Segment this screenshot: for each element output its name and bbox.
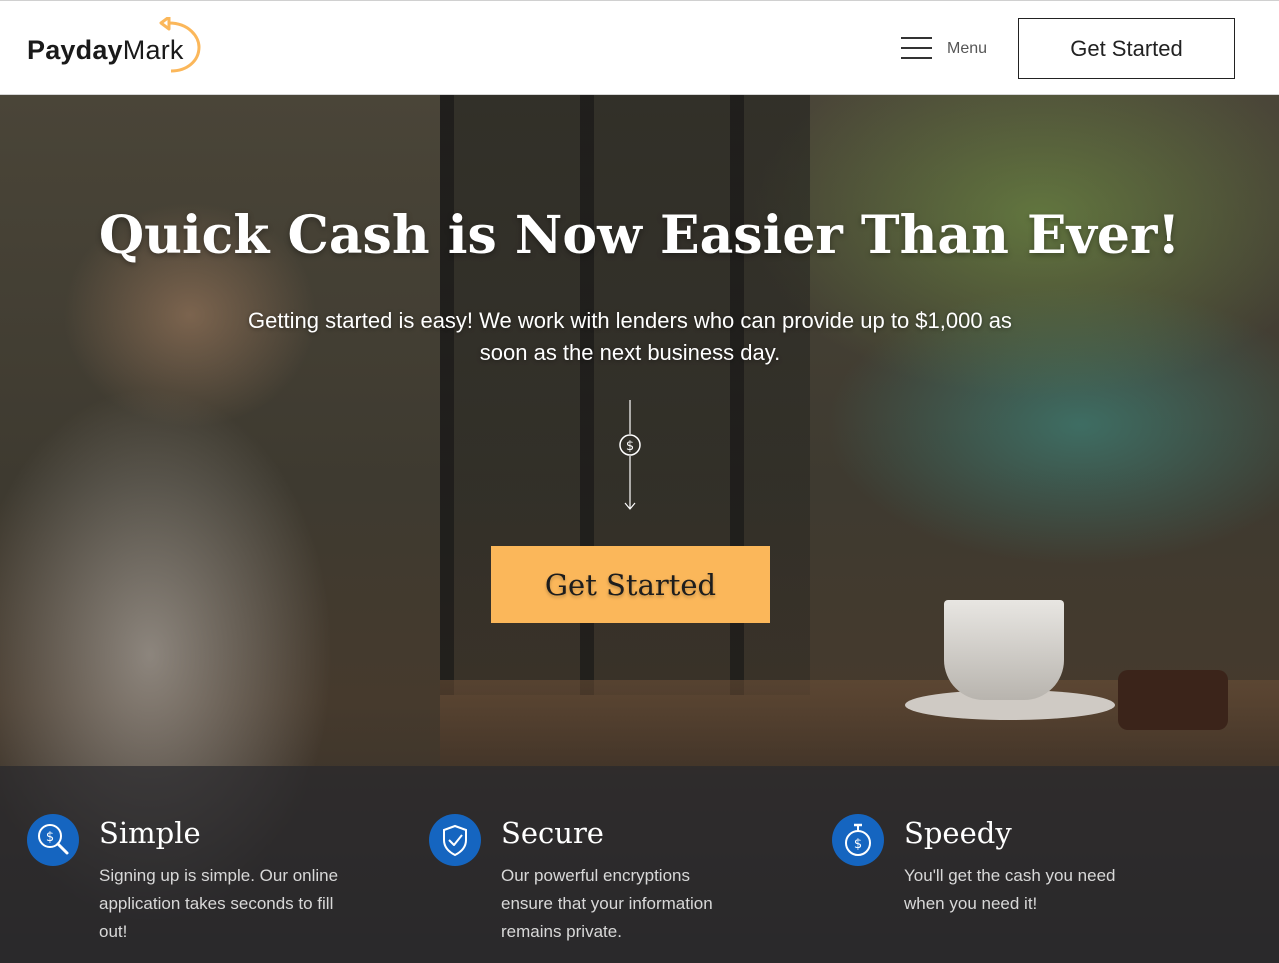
svg-text:$: $ — [854, 837, 862, 852]
logo-arrow-icon — [159, 17, 201, 73]
features-band: $ Simple Signing up is simple. Our onlin… — [0, 766, 1279, 963]
feature-description: You'll get the cash you need when you ne… — [904, 866, 1116, 913]
hero-get-started-button[interactable]: Get Started — [491, 546, 770, 623]
hero-subtitle: Getting started is easy! We work with le… — [248, 308, 1012, 365]
shield-check-icon — [429, 814, 481, 866]
site-header: PaydayMark Menu Get Started — [0, 0, 1279, 95]
stopwatch-dollar-icon: $ — [832, 814, 884, 866]
feature-description: Our powerful encryptions ensure that you… — [501, 866, 713, 941]
svg-text:$: $ — [46, 830, 54, 845]
hamburger-icon — [901, 37, 932, 59]
feature-description: Signing up is simple. Our online applica… — [99, 866, 339, 941]
feature-title: Speedy — [904, 816, 1012, 850]
feature-secure: Secure Our powerful encryptions ensure t… — [429, 766, 809, 963]
feature-title: Secure — [501, 816, 604, 850]
feature-speedy: $ Speedy You'll get the cash you need wh… — [832, 766, 1212, 963]
hero-title: Quick Cash is Now Easier Than Ever! — [98, 205, 1181, 266]
background-coffee-cup — [944, 600, 1064, 700]
menu-label: Menu — [947, 40, 988, 57]
hero-section: Quick Cash is Now Easier Than Ever! Gett… — [0, 95, 1279, 963]
dollar-arrow-icon: $ — [619, 400, 641, 510]
svg-text:$: $ — [626, 439, 634, 454]
dollar-search-icon: $ — [27, 814, 79, 866]
feature-title: Simple — [99, 816, 201, 850]
header-get-started-button[interactable]: Get Started — [1018, 18, 1235, 79]
feature-simple: $ Simple Signing up is simple. Our onlin… — [27, 766, 407, 963]
background-cake — [1118, 670, 1228, 730]
logo-bold-text: Payday — [27, 35, 123, 65]
